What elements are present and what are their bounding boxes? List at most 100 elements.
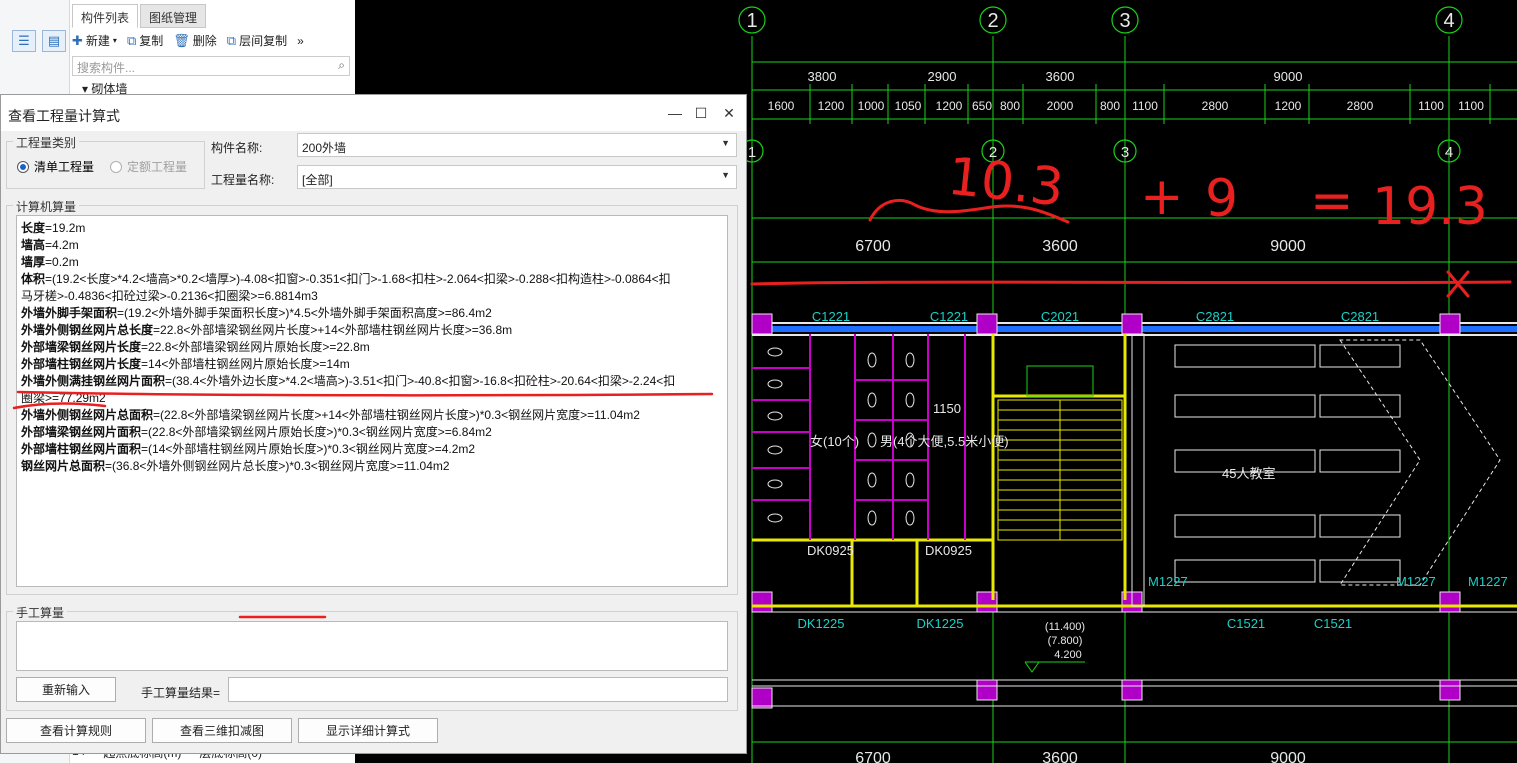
formula-line: 外墙外侧钢丝网片总长度=22.8<外部墙梁钢丝网片长度>+14<外部墙柱钢丝网片… [21, 323, 513, 337]
view-rules-button[interactable]: 查看计算规则 [6, 718, 146, 743]
floor-copy-label: 层间复制 [239, 34, 288, 48]
manual-calc-textarea[interactable] [16, 621, 728, 671]
door-tag: M1227 [1396, 574, 1436, 589]
column [751, 591, 773, 613]
dim-text: 650 [972, 99, 992, 113]
dimension-row-2: 1600 1200 1000 1050 1200 650 800 2000 80… [768, 99, 1485, 113]
manual-calc-legend: 手工算量 [13, 604, 68, 621]
floor-copy-button[interactable]: ⧉ 层间复制 [227, 32, 287, 49]
columns[interactable] [751, 313, 1461, 709]
new-icon: ✚ [72, 32, 83, 48]
formula-textbox[interactable]: 长度=19.2m 墙高=4.2m 墙厚=0.2m 体积=(19.2<长度>*4.… [16, 215, 728, 587]
dimension-row-bottom: 6700 3600 9000 [855, 750, 1306, 763]
quantity-name-select[interactable]: [全部] ▼ [297, 165, 737, 189]
reenter-button[interactable]: 重新输入 [16, 677, 116, 702]
bottom-tag: DK1225 [917, 616, 964, 631]
dim-text: 3600 [1046, 69, 1075, 84]
elevation-text: (7.800) [1048, 635, 1083, 647]
column [1121, 313, 1143, 335]
more-icon[interactable]: » [297, 34, 304, 48]
component-name-value: 200外墙 [302, 141, 347, 155]
walls-yellow[interactable] [752, 334, 1517, 608]
list-view-icon[interactable]: ☰ [12, 30, 36, 52]
component-name-select[interactable]: 200外墙 ▼ [297, 133, 737, 157]
radio-dot-selected [17, 160, 29, 173]
room-label: 男(4个大便,5.5米小便) [880, 434, 1009, 449]
dim-text: 1200 [936, 99, 963, 113]
show-detail-formula-button[interactable]: 显示详细计算式 [298, 718, 438, 743]
formula-line: 外墙外侧满挂钢丝网片面积=(38.4<外墙外边长度>*4.2<墙高>)-3.51… [21, 374, 676, 388]
dim-text: 1000 [858, 99, 885, 113]
dialog-title: 查看工程量计算式 [8, 108, 120, 124]
room-label: 1150 [933, 401, 961, 416]
elevation-text: 4.200 [1054, 649, 1082, 661]
quantity-name-label: 工程量名称: [211, 173, 275, 187]
dim-text: 800 [1000, 99, 1020, 113]
radio-bill-quantity[interactable]: 清单工程量 [17, 158, 94, 175]
dim-text: 3800 [808, 69, 837, 84]
formula-line: 马牙槎>-0.4836<扣砼过梁>-0.2136<扣圈梁>=6.8814m3 [21, 289, 318, 303]
door-tag: M1227 [1468, 574, 1508, 589]
elevation-symbol [1024, 661, 1085, 673]
axis-label: 1 [746, 10, 757, 32]
dialog-titlebar[interactable]: 查看工程量计算式 — ☐ ✕ [1, 95, 746, 131]
detail-view-icon[interactable]: ▤ [42, 30, 66, 52]
component-name-label: 构件名称: [211, 141, 263, 155]
classroom-desks [1174, 339, 1501, 586]
chevron-down-icon: ▾ [112, 36, 117, 45]
column [976, 313, 998, 335]
stair [997, 399, 1123, 541]
axis-labels-secondary: 1 2 3 4 [748, 144, 1453, 161]
dim-text: 2900 [928, 69, 957, 84]
column [751, 687, 773, 709]
dim-text: 9000 [1274, 69, 1303, 84]
door-tag: DK0925 [925, 543, 972, 558]
dim-text: 1200 [818, 99, 845, 113]
tab-drawing-management[interactable]: 图纸管理 [140, 4, 207, 28]
door-labels: DK0925 DK0925 M1227 M1227 M1227 [807, 543, 1508, 589]
computer-calc-legend: 计算机算量 [13, 198, 80, 215]
window-tags: C1221 C1221 C2021 C2821 C2821 [812, 309, 1379, 324]
formula-line: 钢丝网片总面积=(36.8<外墙外侧钢丝网片总长度>)*0.3<钢丝网片宽度>=… [21, 459, 450, 473]
hand-term-2: 9 [1205, 169, 1238, 229]
dim-text: 2800 [1202, 99, 1229, 113]
axis-label: 2 [987, 10, 998, 32]
new-button[interactable]: ✚ 新建 ▾ [72, 32, 117, 49]
formula-line: 外部墙柱钢丝网片长度=14<外部墙柱钢丝网片原始长度>=14m [21, 357, 350, 371]
delete-button[interactable]: 🗑 删除 [173, 32, 217, 49]
dim-text: 1050 [895, 99, 922, 113]
bottom-tag: C1521 [1227, 616, 1265, 631]
window-tag: C1221 [812, 309, 850, 324]
formula-line: 体积=(19.2<长度>*4.2<墙高>*0.2<墙厚>)-4.08<扣窗>-0… [21, 272, 671, 286]
minimize-icon[interactable]: — [665, 103, 685, 123]
elevation-marks: (11.400) (7.800) 4.200 [1045, 621, 1085, 661]
dim-text: 1200 [1275, 99, 1302, 113]
column [1121, 679, 1143, 701]
column [976, 679, 998, 701]
handwritten-calc: 10.3 + 9 = 19.3 [945, 147, 1488, 237]
search-icon: ⌕ [338, 58, 345, 72]
view-3d-deduction-button[interactable]: 查看三维扣减图 [152, 718, 292, 743]
formula-line: 长度=19.2m [21, 221, 86, 235]
tab-component-list[interactable]: 构件列表 [72, 4, 139, 28]
copy-button[interactable]: ⧉ 复制 [127, 32, 163, 49]
formula-line: 外部墙梁钢丝网片长度=22.8<外部墙梁钢丝网片原始长度>=22.8m [21, 340, 370, 354]
component-search-input[interactable]: 搜索构件... ⌕ [72, 56, 350, 76]
maximize-icon[interactable]: ☐ [691, 103, 711, 123]
manual-result-input[interactable] [228, 677, 728, 702]
close-icon[interactable]: ✕ [719, 103, 739, 123]
formula-line: 外部墙梁钢丝网片面积=(22.8<外部墙梁钢丝网片原始长度>)*0.3<钢丝网片… [21, 425, 492, 439]
formula-line: 墙厚=0.2m [21, 255, 79, 269]
panel-tabs: 构件列表 图纸管理 [72, 4, 208, 28]
formula-line: 外墙外侧钢丝网片总面积=(22.8<外部墙梁钢丝网片长度>+14<外部墙柱钢丝网… [21, 408, 640, 422]
formula-line: 墙高=4.2m [21, 238, 79, 252]
radio-bill-label: 清单工程量 [34, 160, 95, 174]
column [751, 313, 773, 335]
radio-quota-quantity[interactable]: 定额工程量 [110, 158, 187, 175]
chevron-down-icon: ▼ [721, 138, 730, 148]
radio-dot [110, 160, 122, 173]
door-tag: M1227 [1148, 574, 1188, 589]
dim-text: 6700 [855, 750, 891, 763]
column [1439, 313, 1461, 335]
column [1439, 679, 1461, 701]
